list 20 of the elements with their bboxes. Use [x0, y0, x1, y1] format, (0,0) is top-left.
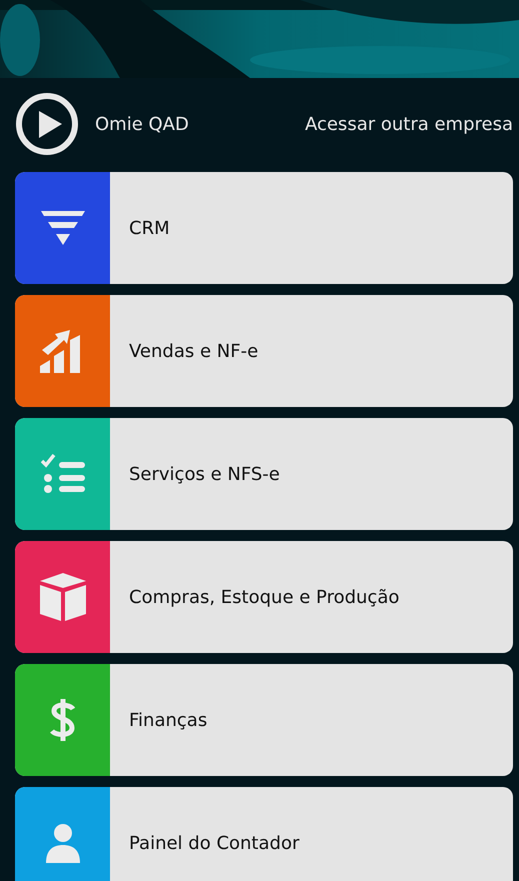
module-label: Finanças: [129, 710, 208, 730]
module-card[interactable]: Vendas e NF-e: [15, 295, 513, 407]
module-label: Painel do Contador: [129, 832, 300, 854]
person-icon: [46, 823, 80, 863]
dollar-icon: [50, 699, 76, 741]
module-card[interactable]: CRM: [15, 172, 513, 284]
module-card[interactable]: Painel do Contador: [15, 787, 513, 881]
module-label: Serviços e NFS-e: [129, 464, 280, 484]
switch-company-link[interactable]: Acessar outra empresa: [304, 114, 513, 134]
module-label: CRM: [129, 218, 170, 238]
module-label: Vendas e NF-e: [129, 340, 258, 362]
company-name: Omie QAD: [95, 114, 189, 134]
checklist-icon: [40, 454, 84, 494]
box-icon: [40, 573, 86, 621]
funnel-icon: [40, 211, 84, 245]
module-label: Compras, Estoque e Produção: [129, 586, 400, 608]
module-card[interactable]: Finanças: [15, 664, 513, 776]
module-card[interactable]: Serviços e NFS-e: [15, 418, 513, 530]
play-logo-icon: [15, 92, 79, 156]
module-card[interactable]: Compras, Estoque e Produção: [15, 541, 513, 653]
